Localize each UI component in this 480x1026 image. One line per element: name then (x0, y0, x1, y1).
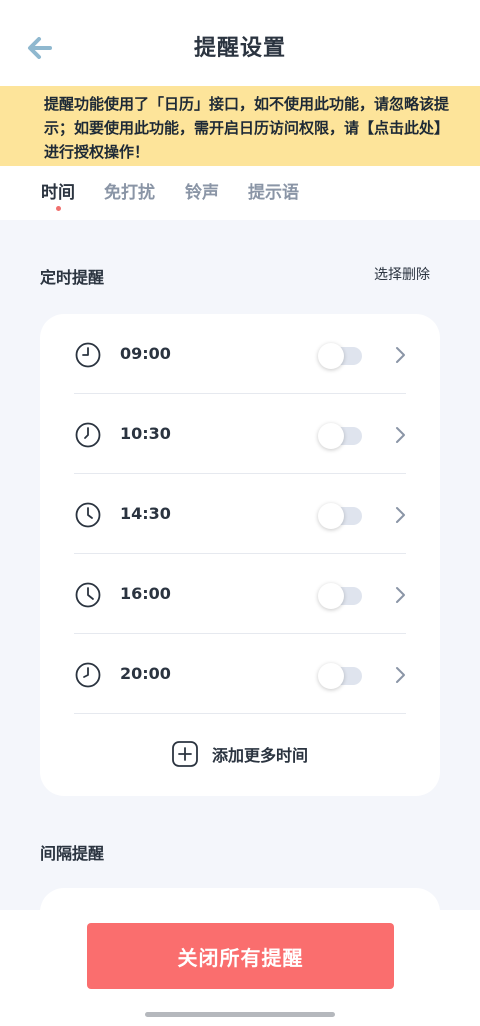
scheduled-reminder-card: 09:00 10:30 14:30 16:00 20:00 添加更多时间 (40, 314, 440, 796)
reminder-row[interactable]: 10:30 (74, 394, 406, 474)
select-delete-button[interactable]: 选择删除 (374, 264, 430, 284)
clock-icon (75, 662, 101, 688)
calendar-permission-notice[interactable]: 提醒功能使用了「日历」接口，如不使用此功能，请忽略该提示；如要使用此功能，需开启… (0, 86, 480, 166)
header: 提醒设置 (0, 0, 480, 86)
bottom-action-bar: 关闭所有提醒 (0, 910, 480, 1026)
tab-do-not-disturb[interactable]: 免打扰 (104, 178, 155, 203)
add-more-time-button[interactable]: 添加更多时间 (40, 739, 440, 769)
interval-reminder-card (40, 888, 440, 910)
chevron-right-icon (396, 427, 405, 443)
reminder-toggle[interactable] (318, 582, 362, 609)
clock-icon (75, 342, 101, 368)
toggle-knob (318, 343, 344, 369)
chevron-right-icon (396, 347, 405, 363)
reminder-toggle[interactable] (318, 662, 362, 689)
interval-reminder-title: 间隔提醒 (40, 844, 105, 863)
reminder-row[interactable]: 09:00 (74, 314, 406, 394)
active-tab-indicator (56, 206, 61, 211)
tab-time[interactable]: 时间 (41, 178, 75, 203)
reminder-time: 10:30 (120, 424, 171, 443)
tab-bar: 时间 免打扰 铃声 提示语 (0, 166, 480, 220)
chevron-right-icon (396, 507, 405, 523)
reminder-row[interactable]: 16:00 (74, 554, 406, 634)
reminder-time: 16:00 (120, 584, 171, 603)
add-more-time-label: 添加更多时间 (211, 746, 308, 765)
tab-ringtone[interactable]: 铃声 (185, 178, 219, 203)
reminder-time: 14:30 (120, 504, 171, 523)
main-content[interactable]: 定时提醒 选择删除 09:00 10:30 14:30 16:00 20:00 … (0, 220, 480, 910)
clock-icon (75, 502, 101, 528)
reminder-toggle[interactable] (318, 342, 362, 369)
reminder-toggle[interactable] (318, 502, 362, 529)
reminder-time: 20:00 (120, 664, 171, 683)
page-title: 提醒设置 (193, 36, 286, 61)
clock-icon (75, 582, 101, 608)
reminder-row[interactable]: 20:00 (74, 634, 406, 714)
reminder-toggle[interactable] (318, 422, 362, 449)
plus-icon (172, 741, 198, 767)
toggle-knob (318, 583, 344, 609)
toggle-knob (318, 503, 344, 529)
tab-prompt-text[interactable]: 提示语 (248, 178, 299, 203)
home-indicator (145, 1012, 335, 1017)
reminder-row[interactable]: 14:30 (74, 474, 406, 554)
toggle-knob (318, 663, 344, 689)
chevron-right-icon (396, 587, 405, 603)
reminder-time: 09:00 (120, 344, 171, 363)
clock-icon (75, 422, 101, 448)
close-all-reminders-button[interactable]: 关闭所有提醒 (87, 923, 394, 989)
scheduled-reminder-title: 定时提醒 (40, 268, 105, 287)
toggle-knob (318, 423, 344, 449)
chevron-right-icon (396, 667, 405, 683)
